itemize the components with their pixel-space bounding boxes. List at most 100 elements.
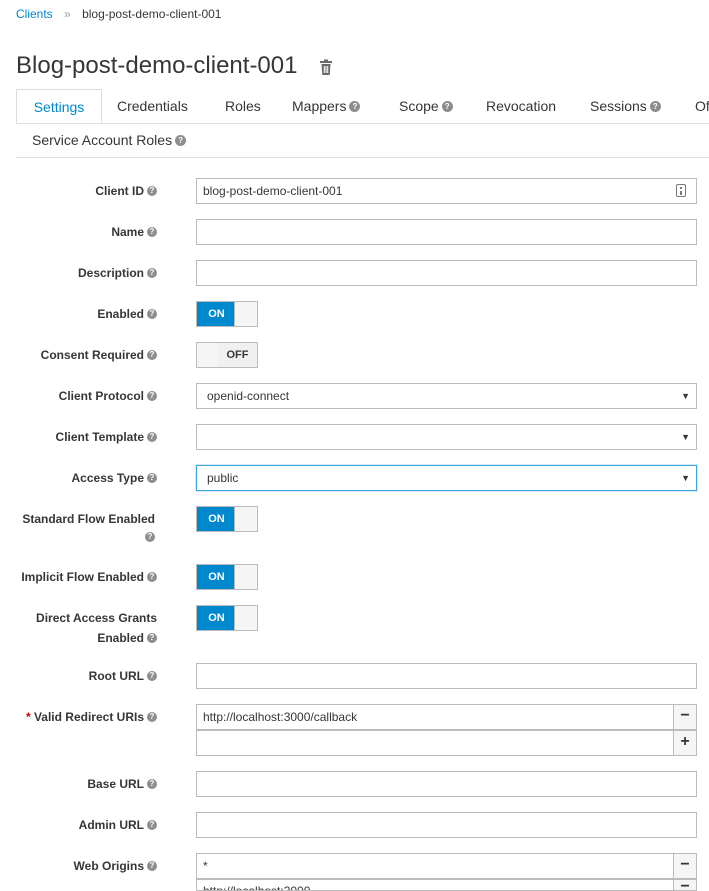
admin-url-label: Admin URL? [2,815,157,835]
name-label: Name? [2,222,157,242]
valid-redirect-uri-field[interactable]: http://localhost:3000/callback [196,704,674,730]
client-id-field[interactable]: blog-post-demo-client-001 [196,178,697,204]
client-protocol-label: Client Protocol? [2,386,157,406]
tab-mappers[interactable]: Mappers? [292,98,361,114]
toggle-knob [234,507,257,531]
root-url-label: Root URL? [2,666,157,686]
help-icon: ? [147,860,157,871]
tab-roles[interactable]: Roles [225,98,261,114]
breadcrumb-current: blog-post-demo-client-001 [82,7,222,21]
toggle-knob [234,606,257,630]
remove-button[interactable]: − [673,879,697,891]
tabs-divider-2 [16,157,709,158]
remove-button[interactable]: − [673,853,697,879]
enabled-toggle[interactable]: ON [196,301,258,327]
implicit-flow-toggle[interactable]: ON [196,564,258,590]
help-icon: ? [147,226,157,237]
client-id-value: blog-post-demo-client-001 [203,184,343,198]
toggle-state: OFF [218,343,257,367]
root-url-field[interactable] [196,663,697,689]
admin-url-field[interactable] [196,812,697,838]
web-origins-label: Web Origins? [2,856,157,876]
trash-icon[interactable] [317,58,335,76]
client-protocol-value: openid-connect [207,389,290,403]
tab-settings[interactable]: Settings [16,89,102,124]
direct-access-label-line1: Direct Access Grants [36,611,157,625]
consent-required-label: Consent Required? [2,345,157,365]
help-icon: ? [147,472,157,483]
help-icon: ? [147,670,157,681]
help-icon: ? [147,308,157,319]
help-icon: ? [147,185,157,196]
remove-button[interactable]: − [673,704,697,730]
help-icon: ? [147,267,157,278]
name-field[interactable] [196,219,697,245]
base-url-label: Base URL? [2,774,157,794]
tab-credentials[interactable]: Credentials [117,98,188,114]
direct-access-label-line2: Enabled [97,631,144,645]
tab-scope[interactable]: Scope? [399,98,453,114]
chevron-down-icon: ▼ [681,473,690,483]
standard-flow-toggle[interactable]: ON [196,506,258,532]
help-icon: ? [147,711,157,722]
toggle-state: ON [197,507,236,531]
client-protocol-select[interactable]: openid-connect ▼ [196,383,697,409]
client-id-label: Client ID? [2,181,157,201]
toggle-knob [234,302,257,326]
help-icon: ? [147,632,157,643]
required-mark: * [25,710,31,724]
consent-required-toggle[interactable]: OFF [196,342,258,368]
access-type-select[interactable]: public ▼ [196,465,697,491]
chevron-down-icon: ▼ [681,432,690,442]
toggle-state: ON [197,565,236,589]
standard-flow-label: Standard Flow Enabled [22,512,155,526]
help-icon: ? [175,134,187,146]
client-template-label: Client Template? [2,427,157,447]
valid-redirect-label: * Valid Redirect URIs? [2,707,157,727]
toggle-knob [197,343,220,367]
help-icon: ? [147,571,157,582]
direct-access-label: Direct Access Grants Enabled? [2,608,157,648]
breadcrumb-separator: » [64,7,71,21]
help-icon: ? [649,100,661,112]
help-icon: ? [441,100,453,112]
direct-access-toggle[interactable]: ON [196,605,258,631]
implicit-flow-label: Implicit Flow Enabled? [2,567,157,587]
tab-sessions[interactable]: Sessions? [590,98,661,114]
tab-service-account-roles[interactable]: Service Account Roles? [32,132,187,148]
tab-offline[interactable]: Of [695,98,709,114]
toggle-state: ON [197,302,236,326]
toggle-state: ON [197,606,236,630]
add-button[interactable]: + [673,730,697,756]
valid-redirect-uri-new-field[interactable] [196,730,674,756]
help-icon: ? [147,349,157,360]
tab-service-account-roles-label: Service Account Roles [32,132,173,148]
help-icon: ? [147,819,157,830]
web-origin-field[interactable]: * [196,853,674,879]
access-type-label: Access Type? [2,468,157,488]
tab-sessions-label: Sessions [590,98,647,114]
clipboard-icon[interactable] [676,184,686,197]
description-field[interactable] [196,260,697,286]
help-glyph: ? [145,531,155,542]
access-type-value: public [207,471,239,485]
tab-scope-label: Scope [399,98,439,114]
help-icon: ? [147,778,157,789]
tab-mappers-label: Mappers [292,98,347,114]
base-url-field[interactable] [196,771,697,797]
chevron-down-icon: ▼ [681,391,690,401]
help-icon: ? [349,100,361,112]
description-label: Description? [2,263,157,283]
help-icon: ? [147,390,157,401]
page-title: Blog-post-demo-client-001 [16,52,298,79]
breadcrumb-clients-link[interactable]: Clients [16,7,53,21]
help-icon: ? [145,530,155,544]
help-icon: ? [147,431,157,442]
tabs-divider [16,123,709,124]
web-origin-field[interactable]: http://localhost:3000 [196,879,674,891]
enabled-label: Enabled? [2,304,157,324]
client-template-select[interactable]: ▼ [196,424,697,450]
breadcrumb: Clients » blog-post-demo-client-001 [16,7,221,21]
toggle-knob [234,565,257,589]
tab-revocation[interactable]: Revocation [486,98,556,114]
